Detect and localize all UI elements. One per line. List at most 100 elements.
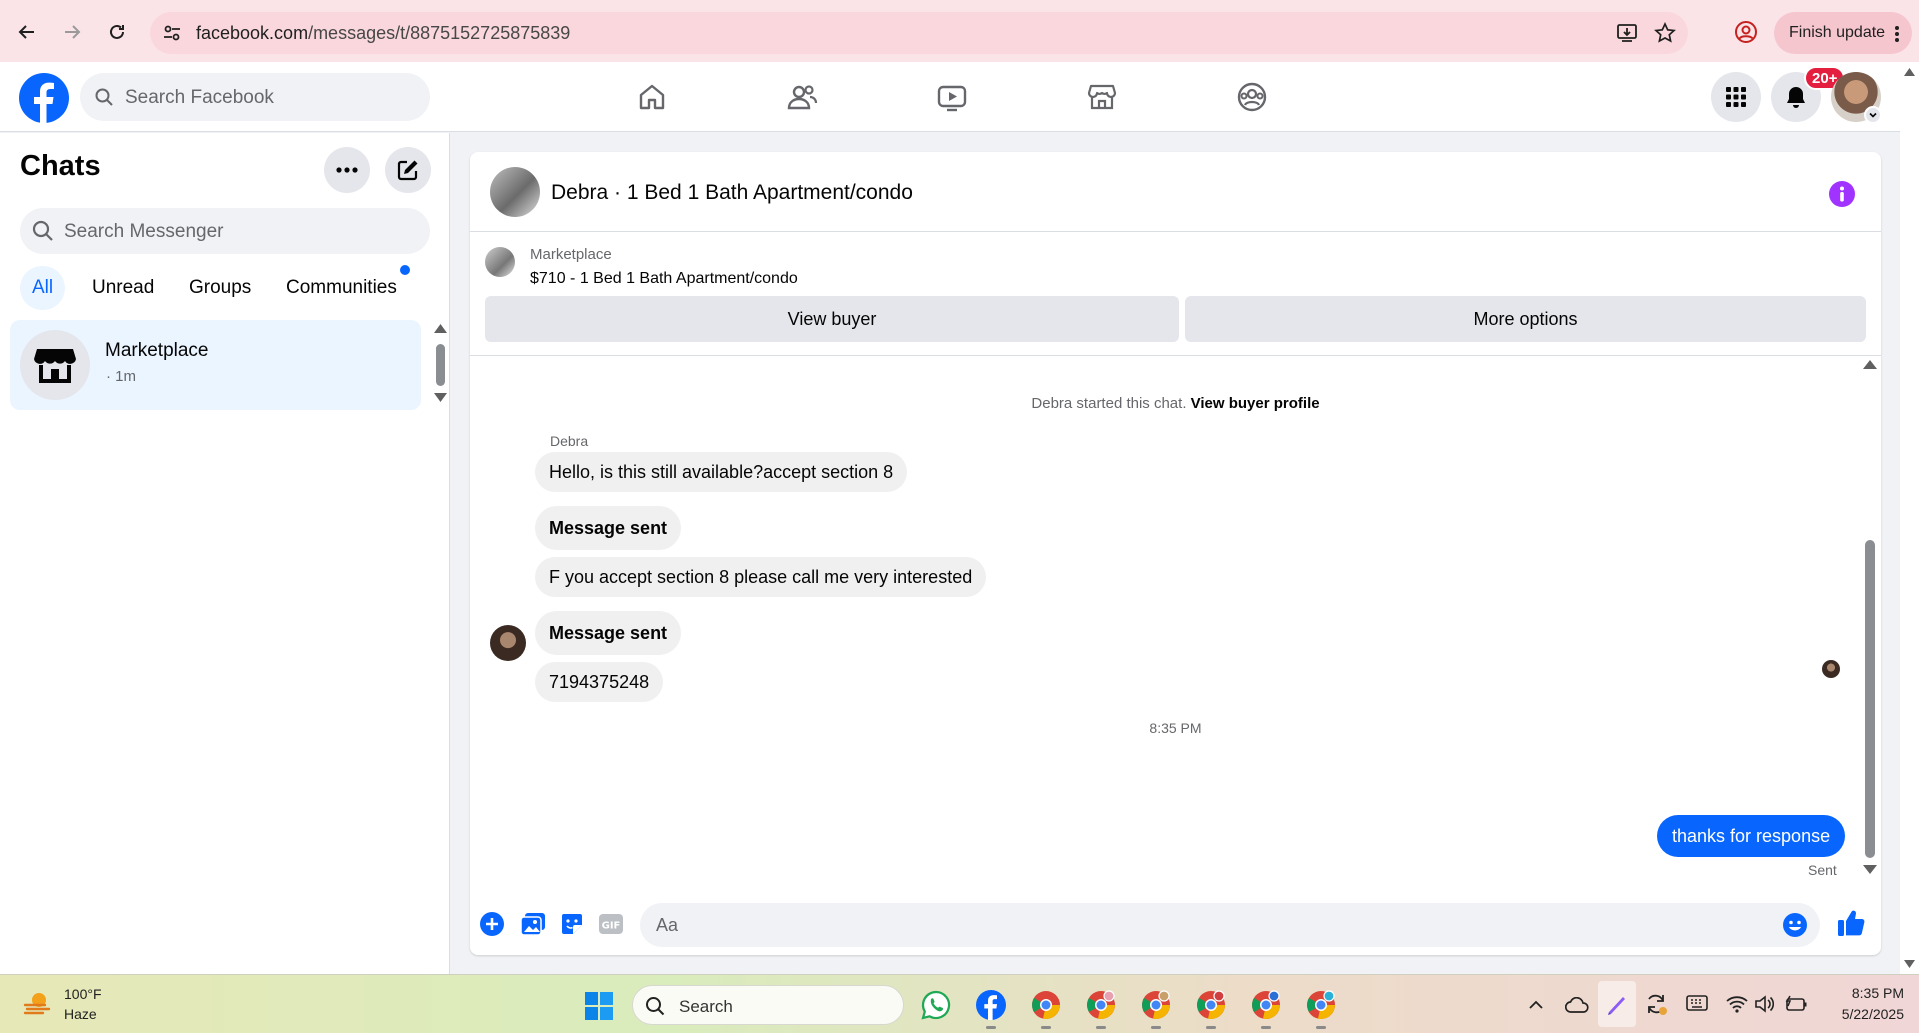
emoji-icon[interactable]: [1782, 912, 1808, 938]
read-receipt-avatar: [1822, 660, 1840, 678]
more-options-button[interactable]: More options: [1185, 296, 1866, 342]
message-input[interactable]: Aa: [640, 903, 1820, 947]
conversation-title[interactable]: Debra · 1 Bed 1 Bath Apartment/condo: [551, 181, 913, 205]
browser-profile-icon[interactable]: [1734, 20, 1758, 44]
weather-haze-icon[interactable]: [22, 988, 54, 1020]
communities-unread-dot: [400, 265, 410, 275]
home-icon[interactable]: [634, 79, 670, 115]
message-sent-bubble[interactable]: Message sent: [535, 611, 682, 655]
filter-tab-groups[interactable]: Groups: [177, 266, 263, 310]
photo-icon[interactable]: [518, 909, 548, 939]
marketplace-avatar: [20, 330, 90, 400]
messenger-search-input[interactable]: Search Messenger: [20, 208, 430, 254]
whatsapp-icon[interactable]: [918, 987, 954, 1023]
keyboard-icon[interactable]: [1686, 995, 1708, 1011]
taskbar-clock-date[interactable]: 5/22/2025: [1824, 1006, 1904, 1022]
view-buyer-button[interactable]: View buyer: [485, 296, 1179, 342]
sender-avatar[interactable]: [490, 625, 526, 661]
groups-icon[interactable]: [1234, 79, 1270, 115]
friends-icon[interactable]: [784, 79, 820, 115]
message-bubble-phone[interactable]: 7194375248: [535, 662, 664, 702]
sticker-icon[interactable]: [557, 909, 587, 939]
listing-price-title[interactable]: $710 - 1 Bed 1 Bath Apartment/condo: [530, 270, 798, 288]
bookmark-star-icon[interactable]: [1654, 22, 1676, 44]
listing-thumbnail[interactable]: [485, 247, 515, 277]
message-sent-bubble[interactable]: Message sent: [535, 506, 682, 550]
facebook-logo-icon[interactable]: [19, 73, 69, 123]
message-timestamp: 8:35 PM: [1149, 720, 1202, 736]
scroll-down-icon[interactable]: [1904, 960, 1915, 968]
wifi-icon[interactable]: [1726, 995, 1748, 1013]
message-bubble[interactable]: F you accept section 8 please call me ve…: [535, 557, 987, 597]
browser-menu-icon[interactable]: [1894, 25, 1900, 43]
new-message-button[interactable]: [385, 147, 431, 193]
marketplace-store-icon: [34, 349, 76, 383]
message-bubble[interactable]: Hello, is this still available?accept se…: [535, 452, 908, 492]
plus-circle-icon[interactable]: [477, 909, 507, 939]
chat-name: Marketplace: [105, 340, 209, 361]
chevron-up-icon[interactable]: [1529, 1000, 1543, 1009]
chat-options-button[interactable]: [324, 147, 370, 193]
messages-scroll-down-icon[interactable]: [1863, 865, 1877, 874]
chrome-profile-icon[interactable]: [1303, 987, 1339, 1029]
windows-start-icon[interactable]: [584, 991, 614, 1021]
windows-taskbar: 100°F Haze Search 8:35 PM 5/22/2025: [0, 974, 1919, 1033]
video-icon[interactable]: [934, 79, 970, 115]
info-icon[interactable]: [1829, 181, 1855, 207]
page-scrollbar[interactable]: [1900, 62, 1919, 974]
site-settings-icon[interactable]: [162, 23, 182, 43]
finish-update-label: Finish update: [1789, 24, 1886, 41]
sidebar-scrollbar-thumb[interactable]: [436, 344, 445, 386]
pen-menu-button[interactable]: [1598, 981, 1636, 1027]
chrome-profile-icon[interactable]: [1193, 987, 1229, 1029]
messages-scrollbar-thumb[interactable]: [1865, 540, 1875, 858]
install-app-icon[interactable]: [1616, 22, 1638, 44]
filter-tab-unread[interactable]: Unread: [80, 266, 166, 310]
listing-source: Marketplace: [530, 246, 612, 263]
chat-list-item[interactable]: Marketplace · 1m: [10, 320, 421, 410]
address-bar[interactable]: facebook.com/messages/t/8875152725875839: [150, 12, 1688, 54]
sidebar-scroll-down-icon[interactable]: [434, 393, 447, 402]
facebook-header: Search Facebook 20+: [0, 62, 1900, 132]
messages-scroll-up-icon[interactable]: [1863, 360, 1877, 369]
reload-icon[interactable]: [102, 17, 132, 47]
facebook-search-input[interactable]: Search Facebook: [80, 73, 430, 121]
scroll-up-icon[interactable]: [1904, 68, 1915, 76]
message-composer: GIF Aa: [470, 892, 1881, 955]
taskbar-search-input[interactable]: Search: [632, 985, 904, 1025]
chrome-icon[interactable]: [1028, 987, 1064, 1029]
taskbar-search-placeholder: Search: [679, 997, 733, 1016]
forward-icon[interactable]: [57, 17, 87, 47]
chat-time: · 1m: [106, 368, 136, 385]
conversation-avatar[interactable]: [490, 167, 540, 217]
taskbar-clock-time[interactable]: 8:35 PM: [1824, 985, 1904, 1001]
volume-icon[interactable]: [1754, 995, 1774, 1013]
thumbs-up-icon[interactable]: [1836, 908, 1866, 938]
back-icon[interactable]: [12, 17, 42, 47]
search-placeholder: Search Facebook: [125, 87, 274, 108]
chrome-profile-icon[interactable]: [1138, 987, 1174, 1029]
view-buyer-profile-link[interactable]: View buyer profile: [1191, 395, 1320, 412]
sync-icon[interactable]: [1644, 992, 1668, 1016]
finish-update-button[interactable]: Finish update: [1774, 12, 1912, 54]
chrome-profile-icon[interactable]: [1083, 987, 1119, 1029]
gif-icon[interactable]: GIF: [596, 909, 626, 939]
battery-charging-icon[interactable]: [1784, 995, 1808, 1013]
filter-tab-all[interactable]: All: [20, 266, 66, 310]
chrome-profile-icon[interactable]: [1248, 987, 1284, 1029]
my-message-bubble[interactable]: thanks for response: [1657, 815, 1846, 857]
chevron-down-icon[interactable]: [1864, 106, 1882, 124]
facebook-taskbar-icon[interactable]: [973, 987, 1009, 1029]
chat-started-notice: Debra started this chat. View buyer prof…: [470, 395, 1881, 412]
chats-sidebar: Chats Search Messenger All Unread Groups…: [0, 133, 450, 974]
marketplace-icon[interactable]: [1084, 79, 1120, 115]
more-dots-icon: [336, 167, 358, 173]
search-icon: [645, 996, 665, 1016]
running-indicator: [1261, 1026, 1271, 1029]
onedrive-cloud-icon[interactable]: [1565, 997, 1589, 1013]
sidebar-scroll-up-icon[interactable]: [434, 324, 447, 333]
bell-icon: [1787, 87, 1805, 108]
menu-grid-button[interactable]: [1711, 72, 1761, 122]
url-text: facebook.com/messages/t/8875152725875839: [196, 23, 571, 43]
filter-tab-communities[interactable]: Communities: [274, 266, 409, 310]
